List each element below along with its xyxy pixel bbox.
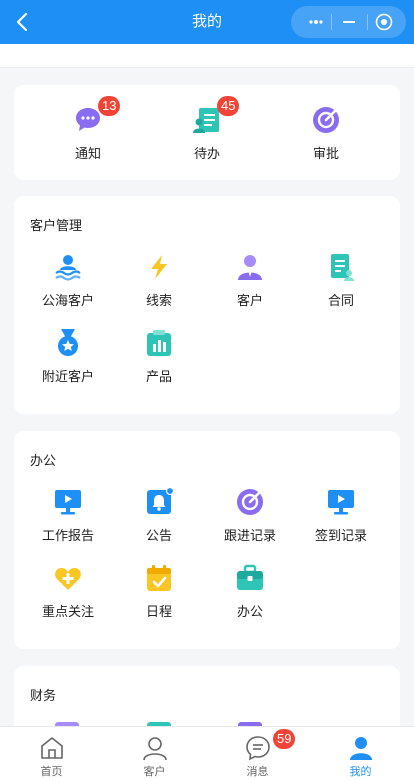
section-title: 办公	[30, 453, 57, 468]
office-item-work-report[interactable]: 工作报告	[20, 487, 116, 544]
message-icon	[245, 736, 270, 761]
contract-icon	[331, 254, 354, 281]
tab-label: 客户	[143, 766, 166, 778]
quick-access-card: 通知 13 待办 45 审批	[14, 85, 400, 180]
office-item-label: 公告	[145, 528, 172, 543]
crm-item-nearby-customers[interactable]: 附近客户	[20, 328, 116, 385]
quick-item-label: 审批	[312, 146, 339, 161]
mini-program-capsule	[291, 6, 406, 38]
tab-label: 首页	[40, 766, 63, 778]
tab-label: 消息	[246, 766, 269, 778]
quick-item-approval[interactable]: 审批	[278, 105, 374, 162]
office-item-label: 工作报告	[41, 528, 94, 543]
section-title: 客户管理	[30, 218, 83, 233]
tab-me[interactable]: 我的	[309, 727, 412, 780]
follow-up-icon	[237, 489, 263, 515]
announcement-icon	[147, 487, 174, 514]
quick-item-label: 通知	[74, 146, 101, 161]
notice-count-badge: 13	[98, 96, 121, 116]
heart-plus-icon	[55, 568, 81, 590]
quick-item-label: 待办	[193, 146, 220, 161]
crm-item-label: 客户	[236, 293, 263, 308]
office-item-office[interactable]: 办公	[202, 563, 298, 620]
office-item-follow-up[interactable]: 跟进记录	[202, 487, 298, 544]
office-item-label: 日程	[145, 604, 172, 619]
office-item-check-in[interactable]: 签到记录	[293, 487, 389, 544]
crm-item-label: 产品	[145, 369, 172, 384]
tab-customers[interactable]: 客户	[103, 727, 206, 780]
office-item-label: 重点关注	[41, 604, 94, 619]
customer-management-card: 客户管理 公海客户 线索 客户 合同 附近客户 产品	[14, 196, 400, 414]
office-item-label: 签到记录	[314, 528, 367, 543]
tab-label: 我的	[349, 766, 372, 778]
office-card: 办公 工作报告 公告 跟进记录 签到记录 重点关注 日程 办公	[14, 431, 400, 649]
crm-item-contracts[interactable]: 合同	[293, 252, 389, 309]
office-item-label: 跟进记录	[223, 528, 276, 543]
navigation-bar: 我的	[0, 0, 414, 44]
close-target-icon[interactable]	[375, 13, 393, 31]
section-title: 财务	[30, 688, 57, 703]
approval-icon	[313, 107, 339, 133]
customer-icon	[238, 255, 262, 280]
more-dots-icon[interactable]	[307, 13, 325, 31]
crm-item-label: 公海客户	[41, 293, 94, 308]
office-item-announcement[interactable]: 公告	[111, 487, 207, 544]
sea-customers-icon	[55, 255, 81, 281]
home-icon	[40, 737, 63, 759]
check-in-icon	[328, 490, 354, 515]
nearby-medal-icon	[58, 329, 78, 356]
quick-item-notice[interactable]: 通知	[40, 105, 136, 162]
minimize-icon[interactable]	[340, 13, 358, 31]
crm-item-label: 线索	[145, 293, 172, 308]
messages-count-badge: 59	[273, 729, 296, 749]
office-item-label: 办公	[236, 604, 263, 619]
quick-item-todo[interactable]: 待办	[159, 105, 255, 162]
crm-item-leads[interactable]: 线索	[111, 252, 207, 309]
bottom-tab-bar: 首页 客户 消息 59 我的	[0, 726, 414, 780]
work-report-icon	[55, 490, 81, 515]
crm-item-label: 附近客户	[41, 369, 94, 384]
office-item-key-focus[interactable]: 重点关注	[20, 563, 116, 620]
lightning-icon	[151, 255, 167, 279]
crm-item-label: 合同	[327, 293, 354, 308]
crm-item-customers[interactable]: 客户	[202, 252, 298, 309]
office-item-schedule[interactable]: 日程	[111, 563, 207, 620]
crm-item-sea-customers[interactable]: 公海客户	[20, 252, 116, 309]
calendar-icon	[147, 565, 171, 591]
briefcase-icon	[237, 564, 263, 590]
product-icon	[147, 330, 171, 356]
header-spacer	[0, 44, 414, 68]
tab-home[interactable]: 首页	[0, 727, 103, 780]
person-outline-icon	[142, 737, 167, 761]
crm-item-products[interactable]: 产品	[111, 328, 207, 385]
todo-count-badge: 45	[217, 96, 240, 116]
person-filled-icon	[349, 737, 372, 760]
